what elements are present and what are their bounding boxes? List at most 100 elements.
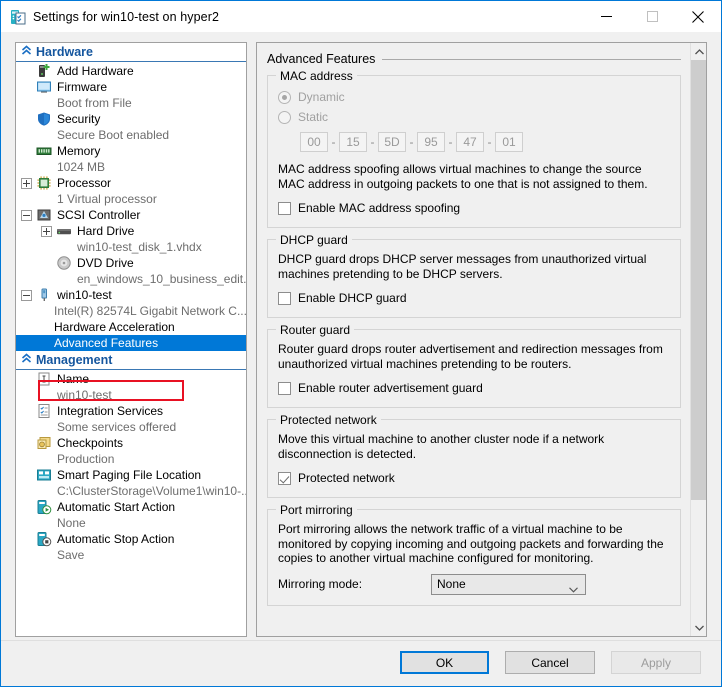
checkbox-enable-dhcp-guard[interactable] <box>278 291 291 305</box>
sidebar-item-hardware-acceleration[interactable]: Hardware Acceleration <box>16 319 246 335</box>
sidebar-subtext: Secure Boot enabled <box>57 128 170 142</box>
sidebar-item-name[interactable]: Name <box>16 371 246 387</box>
protected-network-row[interactable]: Protected network <box>278 469 670 487</box>
sidebar-item-checkpoints[interactable]: Checkpoints <box>16 435 246 451</box>
mac-address-group-title: MAC address <box>276 69 357 83</box>
sidebar-item-firmware[interactable]: Firmware <box>16 79 246 95</box>
sidebar-label: Add Hardware <box>57 64 134 78</box>
collapse-scsi-icon[interactable] <box>21 209 32 221</box>
tree-contents: Hardware Add Hardware Firmware Boot from… <box>16 43 246 563</box>
sidebar-subtext: 1024 MB <box>57 160 106 174</box>
checkbox-enable-router-advertisement-guard[interactable] <box>278 381 291 395</box>
port-mirroring-group: Port mirroring Port mirroring allows the… <box>267 503 681 606</box>
sidebar-item-security[interactable]: Security <box>16 111 246 127</box>
scrollbar-thumb[interactable] <box>691 60 706 500</box>
chevron-down-icon <box>569 582 578 596</box>
ok-button[interactable]: OK <box>400 651 489 674</box>
sidebar-label: Processor <box>57 176 112 190</box>
processor-icon <box>36 175 52 191</box>
section-header-hardware[interactable]: Hardware <box>16 43 246 62</box>
mirroring-mode-value: None <box>437 577 466 591</box>
checkbox-enable-router-advertisement-guard-label: Enable router advertisement guard <box>298 381 483 395</box>
mac-octet-5[interactable]: 47 <box>456 132 484 152</box>
checkpoints-icon <box>36 435 52 451</box>
sidebar-label: Advanced Features <box>54 336 159 350</box>
close-button[interactable] <box>675 1 721 32</box>
mac-separator: - <box>448 135 453 149</box>
collapse-network-adapter-icon[interactable] <box>21 289 32 301</box>
sidebar-subtext: 1 Virtual processor <box>57 192 157 206</box>
name-icon <box>36 371 52 387</box>
checkbox-enable-dhcp-guard-label: Enable DHCP guard <box>298 291 407 305</box>
sidebar-subtext: Save <box>57 548 85 562</box>
sidebar-item-integration-services[interactable]: Integration Services <box>16 403 246 419</box>
checkbox-enable-mac-spoofing[interactable] <box>278 201 291 215</box>
sidebar-item-dvd-drive[interactable]: DVD Drive <box>16 255 246 271</box>
section-header-management[interactable]: Management <box>16 351 246 370</box>
sidebar-subtext: C:\ClusterStorage\Volume1\win10-... <box>57 484 247 498</box>
minimize-button[interactable] <box>583 1 629 32</box>
expand-hard-drive-icon[interactable] <box>41 225 52 237</box>
network-adapter-icon <box>36 287 52 303</box>
auto-start-icon <box>36 499 52 515</box>
sidebar-item-processor[interactable]: Processor <box>16 175 246 191</box>
mac-spoofing-description: MAC address spoofing allows virtual mach… <box>278 162 648 191</box>
sidebar-item-smart-paging-file-location[interactable]: Smart Paging File Location <box>16 467 246 483</box>
page-title: Advanced Features <box>267 52 681 66</box>
sidebar-item-scsi-controller[interactable]: SCSI Controller <box>16 207 246 223</box>
sidebar-subtext: win10-test <box>57 388 112 402</box>
port-mirroring-description: Port mirroring allows the network traffi… <box>278 522 664 565</box>
settings-dialog-window: Settings for win10-test on hyper2 Hardwa… <box>0 0 722 687</box>
sidebar-label: Firmware <box>57 80 107 94</box>
scsi-controller-icon <box>36 207 52 223</box>
collapse-chevron-icon <box>21 45 36 59</box>
section-label-management: Management <box>36 353 113 367</box>
mac-octet-2[interactable]: 15 <box>339 132 367 152</box>
integration-services-icon <box>36 403 52 419</box>
sidebar-item-automatic-stop-action[interactable]: Automatic Stop Action <box>16 531 246 547</box>
page-title-text: Advanced Features <box>267 52 376 66</box>
enable-mac-spoofing-row[interactable]: Enable MAC address spoofing <box>278 199 670 217</box>
sidebar-label: Memory <box>57 144 101 158</box>
mac-static-radio-row[interactable]: Static <box>278 108 670 126</box>
sidebar-label: Checkpoints <box>57 436 124 450</box>
sidebar-item-network-adapter[interactable]: win10-test <box>16 287 246 303</box>
radio-static <box>278 110 291 124</box>
content-scrollbar[interactable] <box>690 43 706 636</box>
radio-dynamic <box>278 90 291 104</box>
port-mirroring-group-title: Port mirroring <box>276 503 357 517</box>
mac-separator: - <box>331 135 336 149</box>
mac-dynamic-radio-row[interactable]: Dynamic <box>278 88 670 106</box>
mac-octet-4[interactable]: 95 <box>417 132 445 152</box>
vm-settings-icon <box>10 9 26 25</box>
sidebar-item-automatic-start-action[interactable]: Automatic Start Action <box>16 499 246 515</box>
mac-octet-1[interactable]: 00 <box>300 132 328 152</box>
scroll-up-button[interactable] <box>691 43 706 60</box>
hard-drive-icon <box>56 223 72 239</box>
sidebar-item-add-hardware[interactable]: Add Hardware <box>16 63 246 79</box>
checkbox-protected-network[interactable] <box>278 471 291 485</box>
sidebar-label: Automatic Start Action <box>57 500 176 514</box>
scroll-down-button[interactable] <box>691 619 706 636</box>
radio-dynamic-label: Dynamic <box>298 90 345 104</box>
enable-router-guard-row[interactable]: Enable router advertisement guard <box>278 379 670 397</box>
sidebar-item-advanced-features[interactable]: Advanced Features <box>16 335 246 351</box>
title-bar: Settings for win10-test on hyper2 <box>1 1 721 32</box>
add-hardware-icon <box>36 63 52 79</box>
page-title-rule <box>382 58 681 60</box>
sidebar-subtext: win10-test_disk_1.vhdx <box>77 240 202 254</box>
sidebar-label: SCSI Controller <box>57 208 141 222</box>
enable-dhcp-guard-row[interactable]: Enable DHCP guard <box>278 289 670 307</box>
mac-separator: - <box>487 135 492 149</box>
expand-processor-icon[interactable] <box>21 177 32 189</box>
mac-octet-6[interactable]: 01 <box>495 132 523 152</box>
sidebar-item-hard-drive[interactable]: Hard Drive <box>16 223 246 239</box>
settings-navigation-tree[interactable]: Hardware Add Hardware Firmware Boot from… <box>15 42 247 637</box>
cancel-button[interactable]: Cancel <box>505 651 595 674</box>
mirroring-mode-select[interactable]: None <box>431 573 586 596</box>
sidebar-item-memory[interactable]: Memory <box>16 143 246 159</box>
mac-octet-3[interactable]: 5D <box>378 132 406 152</box>
sidebar-subtext: Some services offered <box>57 420 177 434</box>
advanced-features-content: Advanced Features MAC address Dynamic St… <box>257 43 691 636</box>
protected-network-group-title: Protected network <box>276 413 381 427</box>
